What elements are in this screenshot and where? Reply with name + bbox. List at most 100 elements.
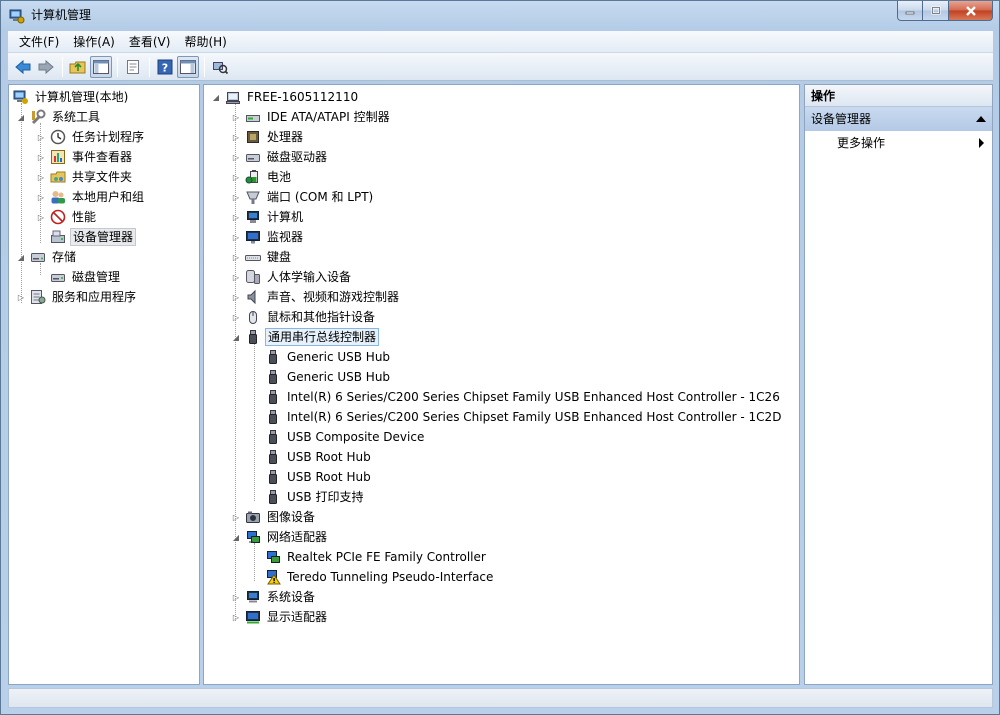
device-tree-pane[interactable]: ◢ FREE-1605112110 ▷ IDE ATA/ATAPI 控制器 ▷ …: [203, 84, 800, 685]
collapse-up-icon[interactable]: [976, 116, 986, 122]
tree-item-system-tools[interactable]: ◢ 系统工具: [15, 107, 102, 127]
collapsed-arrow-icon[interactable]: ▷: [15, 291, 27, 303]
expanded-arrow-icon[interactable]: ◢: [230, 531, 242, 543]
device-category-battery[interactable]: ▷ 电池: [230, 167, 293, 187]
close-button[interactable]: [949, 1, 993, 21]
device-usb-root-hub-2[interactable]: USB Root Hub: [250, 467, 373, 487]
properties-button[interactable]: [122, 56, 144, 78]
scan-hardware-button[interactable]: [209, 56, 231, 78]
collapsed-arrow-icon[interactable]: ▷: [230, 511, 242, 523]
tree-item-device-manager[interactable]: 设备管理器: [35, 227, 137, 247]
network-adapter-icon: [265, 549, 281, 565]
show-hide-action-pane-button[interactable]: [177, 55, 199, 78]
event-viewer-icon: [50, 149, 66, 165]
help-button[interactable]: ?: [154, 56, 176, 78]
collapsed-arrow-icon[interactable]: ▷: [230, 211, 242, 223]
device-category-system[interactable]: ▷ 系统设备: [230, 587, 317, 607]
tree-item-label: 计算机: [267, 210, 304, 224]
menu-view[interactable]: 查看(V): [122, 32, 178, 52]
collapsed-arrow-icon[interactable]: ▷: [230, 171, 242, 183]
tree-item-label: Teredo Tunneling Pseudo-Interface: [287, 570, 494, 584]
collapsed-arrow-icon[interactable]: ▷: [35, 191, 47, 203]
tree-item-computer-management[interactable]: 计算机管理(本地): [13, 87, 130, 107]
computer-management-icon: [9, 9, 25, 24]
device-category-disk[interactable]: ▷ 磁盘驱动器: [230, 147, 329, 167]
tree-item-storage[interactable]: ◢ 存储: [15, 247, 78, 267]
device-tree-root[interactable]: ◢ FREE-1605112110: [210, 87, 360, 107]
device-category-sound[interactable]: ▷ 声音、视频和游戏控制器: [230, 287, 401, 307]
collapsed-arrow-icon[interactable]: ▷: [230, 231, 242, 243]
back-button[interactable]: [12, 56, 34, 78]
device-category-display[interactable]: ▷ 显示适配器: [230, 607, 329, 627]
port-icon: [245, 189, 261, 205]
action-pane-icon: [180, 59, 196, 74]
tree-item-label: 通用串行总线控制器: [265, 328, 380, 346]
collapsed-arrow-icon[interactable]: ▷: [230, 291, 242, 303]
collapsed-arrow-icon[interactable]: ▷: [230, 611, 242, 623]
tree-item-services-apps[interactable]: ▷ 服务和应用程序: [15, 287, 138, 307]
actions-section-device-manager[interactable]: 设备管理器: [805, 107, 992, 131]
expanded-arrow-icon[interactable]: ◢: [230, 331, 242, 343]
device-usb-root-hub-1[interactable]: USB Root Hub: [250, 447, 373, 467]
expanded-arrow-icon[interactable]: ◢: [15, 111, 27, 123]
device-usb-composite[interactable]: USB Composite Device: [250, 427, 426, 447]
collapsed-arrow-icon[interactable]: ▷: [230, 111, 242, 123]
device-usb-host-controller-1c26[interactable]: Intel(R) 6 Series/C200 Series Chipset Fa…: [250, 387, 782, 407]
collapsed-arrow-icon[interactable]: ▷: [35, 151, 47, 163]
device-usb-print-support[interactable]: USB 打印支持: [250, 487, 365, 507]
forward-button[interactable]: [35, 56, 57, 78]
collapsed-arrow-icon[interactable]: ▷: [230, 271, 242, 283]
device-category-keyboard[interactable]: ▷ 键盘: [230, 247, 293, 267]
usb-icon: [265, 409, 281, 425]
device-category-mouse[interactable]: ▷ 鼠标和其他指针设备: [230, 307, 377, 327]
device-realtek-adapter[interactable]: Realtek PCIe FE Family Controller: [250, 547, 488, 567]
tree-item-local-users[interactable]: ▷ 本地用户和组: [35, 187, 146, 207]
device-usb-hub-1[interactable]: Generic USB Hub: [250, 347, 392, 367]
device-category-hid[interactable]: ▷ 人体学输入设备: [230, 267, 353, 287]
collapsed-arrow-icon[interactable]: ▷: [230, 251, 242, 263]
menu-action[interactable]: 操作(A): [66, 32, 122, 52]
collapsed-arrow-icon[interactable]: ▷: [230, 191, 242, 203]
device-usb-hub-2[interactable]: Generic USB Hub: [250, 367, 392, 387]
device-usb-host-controller-1c2d[interactable]: Intel(R) 6 Series/C200 Series Chipset Fa…: [250, 407, 783, 427]
device-category-processor[interactable]: ▷ 处理器: [230, 127, 305, 147]
tree-item-task-scheduler[interactable]: ▷ 任务计划程序: [35, 127, 146, 147]
device-category-usb[interactable]: ◢ 通用串行总线控制器: [230, 327, 380, 347]
show-hide-console-tree-button[interactable]: [90, 55, 112, 78]
tree-item-event-viewer[interactable]: ▷ 事件查看器: [35, 147, 134, 167]
toolbar-separator: [62, 56, 63, 77]
device-teredo-adapter[interactable]: Teredo Tunneling Pseudo-Interface: [250, 567, 495, 587]
tree-item-shared-folders[interactable]: ▷ 共享文件夹: [35, 167, 134, 187]
computer-management-icon: [13, 89, 29, 105]
up-level-button[interactable]: [67, 56, 89, 78]
properties-icon: [127, 59, 139, 74]
minimize-button[interactable]: [897, 1, 923, 21]
maximize-button[interactable]: [923, 1, 949, 21]
collapsed-arrow-icon[interactable]: ▷: [230, 311, 242, 323]
console-tree-pane[interactable]: 计算机管理(本地) ◢ 系统工具 ▷ 任务计划程序 ▷ 事件查看器 ▷ 共享文件…: [8, 84, 200, 685]
device-category-ide[interactable]: ▷ IDE ATA/ATAPI 控制器: [230, 107, 392, 127]
more-actions-item[interactable]: 更多操作: [805, 131, 992, 155]
collapsed-arrow-icon[interactable]: ▷: [230, 591, 242, 603]
collapsed-arrow-icon[interactable]: ▷: [230, 151, 242, 163]
clock-icon: [50, 129, 66, 145]
collapsed-arrow-icon[interactable]: ▷: [230, 131, 242, 143]
device-category-computer[interactable]: ▷ 计算机: [230, 207, 305, 227]
menu-file[interactable]: 文件(F): [12, 32, 66, 52]
collapsed-arrow-icon[interactable]: ▷: [35, 171, 47, 183]
expanded-arrow-icon[interactable]: ◢: [15, 251, 27, 263]
menu-help[interactable]: 帮助(H): [177, 32, 233, 52]
expanded-arrow-icon[interactable]: ◢: [210, 91, 222, 103]
tree-item-disk-management[interactable]: 磁盘管理: [35, 267, 122, 287]
collapsed-arrow-icon[interactable]: ▷: [35, 211, 47, 223]
collapsed-arrow-icon[interactable]: ▷: [35, 131, 47, 143]
device-category-imaging[interactable]: ▷ 图像设备: [230, 507, 317, 527]
title-bar[interactable]: 计算机管理: [1, 1, 999, 31]
services-icon: [30, 289, 46, 305]
device-category-monitor[interactable]: ▷ 监视器: [230, 227, 305, 247]
tree-item-performance[interactable]: ▷ 性能: [35, 207, 98, 227]
device-category-ports[interactable]: ▷ 端口 (COM 和 LPT): [230, 187, 375, 207]
device-category-network[interactable]: ◢ 网络适配器: [230, 527, 329, 547]
